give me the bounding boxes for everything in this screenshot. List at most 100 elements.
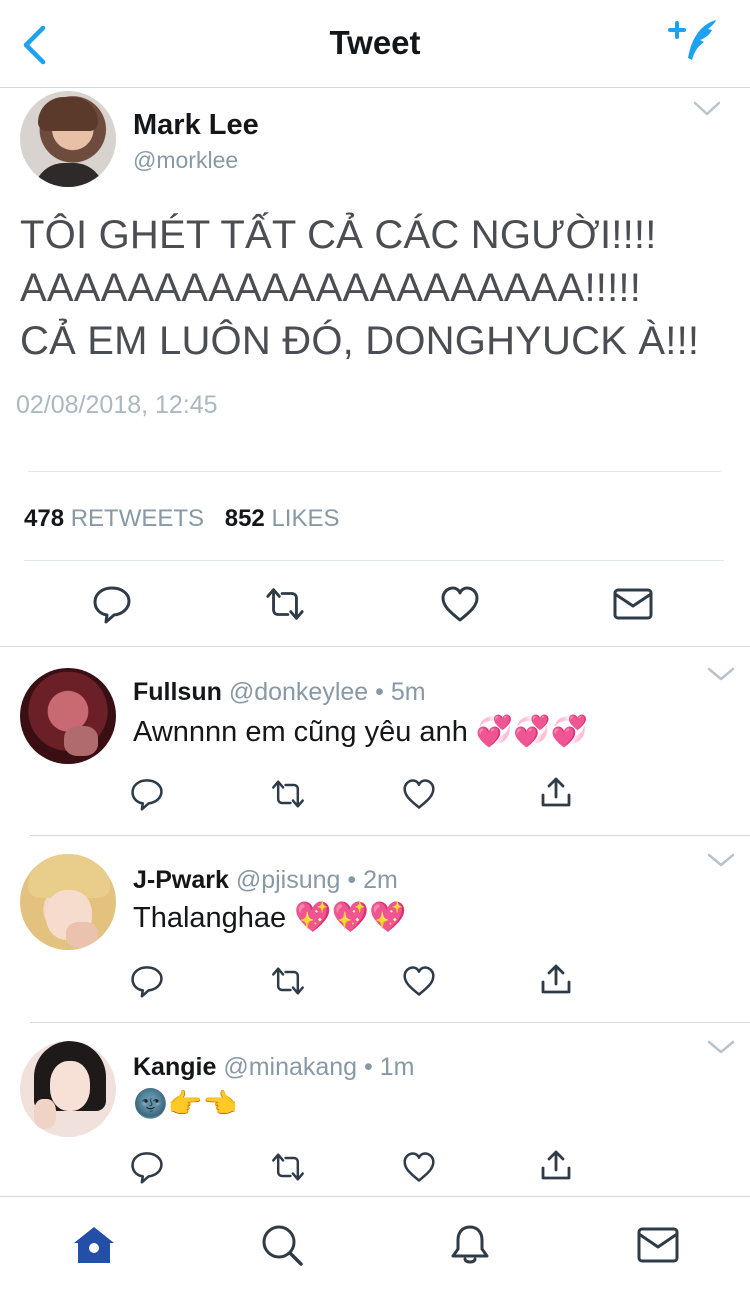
avatar-hand: [34, 1099, 56, 1129]
author-name[interactable]: Mark Lee: [133, 109, 259, 142]
main-tweet: Mark Lee @morklee TÔI GHÉT TẤT CẢ CÁC NG…: [0, 89, 750, 647]
avatar[interactable]: [20, 1041, 116, 1137]
avatar-hand: [66, 922, 98, 948]
author-handle[interactable]: @pjisung: [236, 866, 341, 894]
reply-icon: [131, 966, 163, 998]
message-button[interactable]: [612, 583, 654, 625]
share-icon: [541, 964, 571, 994]
separator-dot: •: [347, 866, 357, 894]
share-icon: [541, 1150, 571, 1180]
share-button[interactable]: [538, 774, 574, 810]
page-title: Tweet: [329, 24, 421, 61]
reply-button[interactable]: [129, 776, 165, 812]
reply-icon: [131, 779, 163, 811]
reply-header: J-Pwark @pjisung • 2m: [133, 866, 398, 895]
tab-messages[interactable]: [634, 1221, 682, 1269]
like-icon: [441, 586, 479, 622]
reply-emoji: 🌚👉👈: [133, 1087, 238, 1120]
reply-emoji: 💞💞💞: [475, 714, 588, 749]
top-nav-bar: Tweet: [0, 0, 750, 88]
retweet-icon: [272, 780, 304, 808]
message-icon: [613, 588, 653, 620]
likes-label[interactable]: LIKES: [271, 505, 339, 532]
chevron-down-icon[interactable]: [706, 1039, 736, 1057]
reply-text: 🌚👉👈: [133, 1087, 238, 1121]
like-icon: [403, 1152, 435, 1182]
reply-text-body: Awnnnn em cũng yêu anh: [133, 716, 468, 748]
avatar-hand: [64, 726, 98, 756]
tab-notifications[interactable]: [446, 1221, 494, 1269]
reply-text: Thalanghae 💖💖💖: [133, 900, 406, 935]
share-button[interactable]: [538, 1147, 574, 1183]
author-name[interactable]: Fullsun: [133, 678, 222, 706]
retweets-label[interactable]: RETWEETS: [71, 505, 204, 532]
avatar-hair: [38, 97, 98, 131]
retweets-count[interactable]: 478: [24, 505, 64, 532]
reply-emoji: 💖💖💖: [294, 900, 407, 935]
reply-time: 2m: [363, 866, 398, 894]
author-name[interactable]: Kangie: [133, 1053, 216, 1081]
reply-time: 1m: [379, 1053, 415, 1081]
author-handle[interactable]: @donkeylee: [229, 678, 368, 706]
reply-text: Awnnnn em cũng yêu anh 💞💞💞: [133, 714, 588, 749]
compose-tweet-icon: [668, 20, 716, 60]
retweet-button[interactable]: [270, 963, 306, 999]
like-button[interactable]: [401, 776, 437, 812]
share-button[interactable]: [538, 961, 574, 997]
reply-tweet[interactable]: Kangie @minakang • 1m 🌚👉👈: [0, 1023, 750, 1196]
reply-tweet[interactable]: J-Pwark @pjisung • 2m Thalanghae 💖💖💖: [0, 836, 750, 1022]
tab-search[interactable]: [258, 1221, 306, 1269]
reply-tweet[interactable]: Fullsun @donkeylee • 5m Awnnnn em cũng y…: [0, 648, 750, 835]
retweet-icon: [266, 588, 304, 620]
like-button[interactable]: [401, 963, 437, 999]
tab-home[interactable]: [70, 1221, 118, 1269]
reply-button[interactable]: [91, 583, 133, 625]
like-button[interactable]: [401, 1149, 437, 1185]
tweet-text: TÔI GHÉT TẤT CẢ CÁC NGƯỜI!!!! AAAAAAAAAA…: [20, 209, 735, 368]
reply-button[interactable]: [129, 1149, 165, 1185]
tweet-actions: [0, 561, 750, 647]
chevron-down-icon[interactable]: [706, 852, 736, 870]
retweet-icon: [272, 967, 304, 995]
compose-tweet-button[interactable]: [666, 16, 724, 68]
author-handle[interactable]: @morklee: [133, 147, 238, 174]
tweet-stats: 478 RETWEETS 852 LIKES: [24, 505, 354, 533]
avatar-face: [50, 1061, 90, 1111]
separator-dot: •: [375, 678, 384, 706]
home-icon: [74, 1227, 114, 1263]
retweet-button[interactable]: [264, 583, 306, 625]
bottom-tab-bar: [0, 1196, 750, 1294]
chevron-down-icon[interactable]: [706, 666, 736, 684]
avatar[interactable]: [20, 854, 116, 950]
reply-header: Fullsun @donkeylee • 5m: [133, 678, 426, 707]
tweet-line: CẢ EM LUÔN ĐÓ, DONGHYUCK À!!!: [20, 319, 700, 363]
reply-button[interactable]: [129, 963, 165, 999]
separator-dot: •: [364, 1053, 373, 1081]
like-button[interactable]: [439, 583, 481, 625]
author-handle[interactable]: @minakang: [223, 1053, 357, 1081]
retweet-icon: [272, 1153, 304, 1181]
author-name[interactable]: J-Pwark: [133, 866, 229, 894]
reply-header: Kangie @minakang • 1m: [133, 1053, 415, 1082]
reply-icon: [93, 586, 131, 624]
like-icon: [403, 966, 435, 996]
tweet-line: AAAAAAAAAAAAAAAAAAAAA!!!!!: [20, 266, 642, 310]
tweet-timestamp: 02/08/2018, 12:45: [16, 391, 218, 419]
reply-text-body: Thalanghae: [133, 902, 287, 934]
like-icon: [403, 779, 435, 809]
tweet-line: TÔI GHÉT TẤT CẢ CÁC NGƯỜI!!!!: [20, 213, 657, 257]
avatar[interactable]: [20, 91, 116, 187]
likes-count[interactable]: 852: [225, 505, 265, 532]
messages-icon: [637, 1227, 679, 1263]
divider: [28, 471, 721, 472]
retweet-button[interactable]: [270, 1149, 306, 1185]
reply-time: 5m: [390, 678, 426, 706]
share-icon: [541, 777, 571, 807]
search-icon: [262, 1225, 303, 1266]
avatar[interactable]: [20, 668, 116, 764]
reply-icon: [131, 1152, 163, 1184]
retweet-button[interactable]: [270, 776, 306, 812]
notifications-icon: [451, 1225, 489, 1264]
avatar-shirt: [34, 163, 104, 187]
chevron-down-icon[interactable]: [692, 99, 722, 119]
